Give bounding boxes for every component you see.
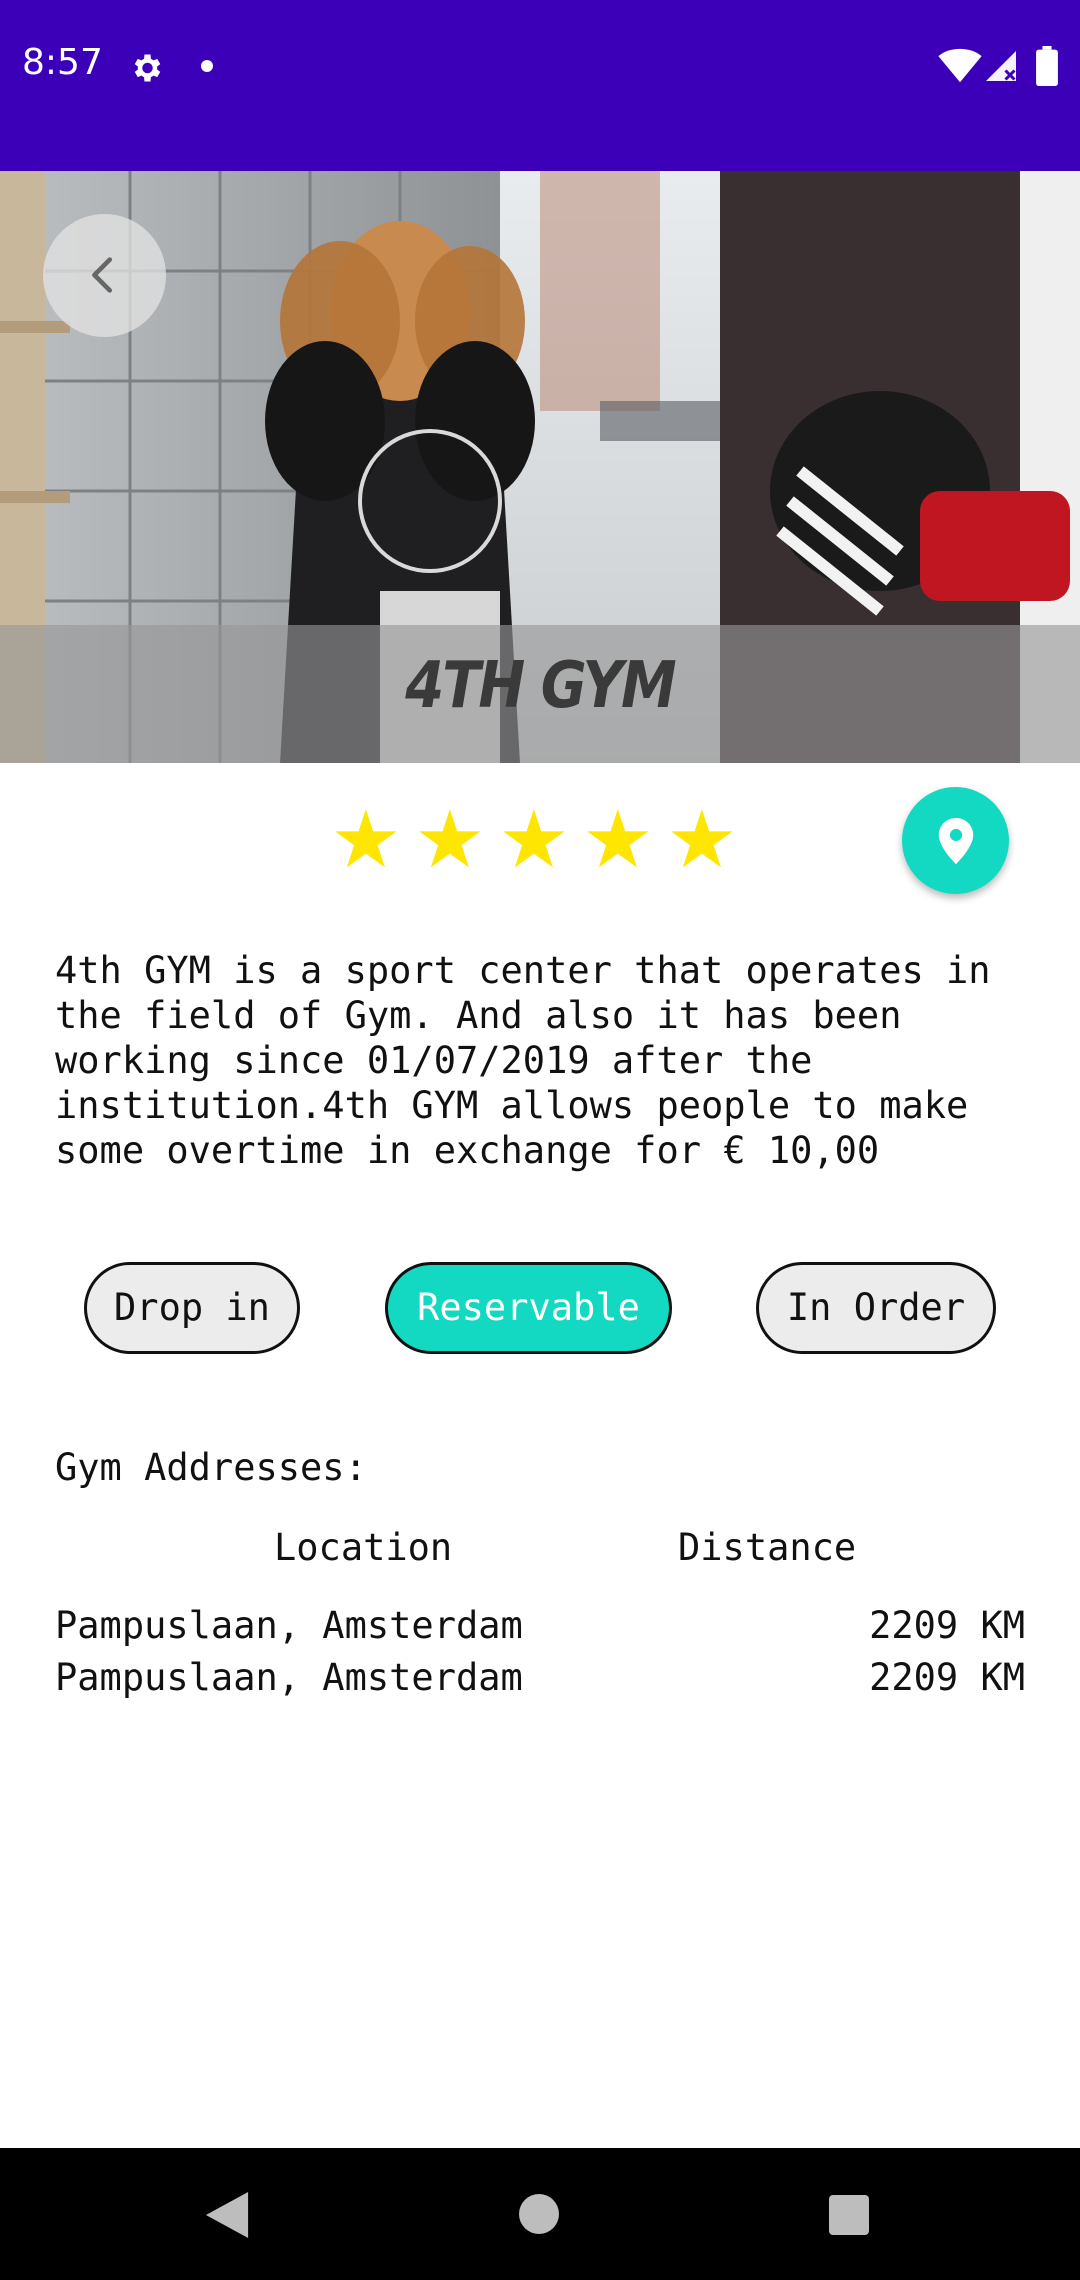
chip-drop-in[interactable]: Drop in — [84, 1262, 300, 1354]
cell-signal-icon — [986, 51, 1016, 81]
location-column-header: Location — [274, 1526, 453, 1569]
gym-description: 4th GYM is a sport center that operates … — [55, 949, 991, 1172]
star-icon: ★ — [582, 793, 654, 886]
nav-recents-icon[interactable] — [829, 2195, 869, 2235]
chip-reservable[interactable]: Reservable — [385, 1262, 672, 1354]
back-button[interactable] — [43, 214, 166, 337]
status-time: 8:57 — [22, 42, 103, 83]
address-distance: 2209 KM — [869, 1604, 1025, 1647]
gym-detail-screen: 8:57 4TH GYM ★ ★ ★ ★ ★ 4th GYM is a spor… — [0, 0, 1080, 2280]
chevron-left-icon — [92, 257, 113, 293]
wifi-icon — [938, 48, 982, 83]
address-row[interactable]: Pampuslaan, Amsterdam 2209 KM — [55, 1656, 1025, 1708]
system-navigation-bar — [0, 2148, 1080, 2280]
address-row[interactable]: Pampuslaan, Amsterdam 2209 KM — [55, 1604, 1025, 1656]
gym-title: 4TH GYM — [405, 648, 677, 723]
star-icon: ★ — [330, 793, 402, 886]
star-icon: ★ — [666, 793, 738, 886]
star-icon: ★ — [498, 793, 570, 886]
star-rating: ★ ★ ★ ★ ★ — [330, 800, 750, 880]
star-icon: ★ — [414, 793, 486, 886]
location-pin-icon — [938, 818, 974, 864]
nav-back-icon[interactable] — [205, 2192, 249, 2238]
battery-icon — [1036, 46, 1058, 86]
map-location-button[interactable] — [902, 787, 1009, 894]
address-location: Pampuslaan, Amsterdam — [55, 1604, 523, 1647]
nav-home-icon[interactable] — [519, 2194, 559, 2234]
chip-in-order[interactable]: In Order — [756, 1262, 996, 1354]
addresses-heading: Gym Addresses: — [55, 1446, 367, 1489]
distance-column-header: Distance — [678, 1526, 857, 1569]
status-bar: 8:57 — [0, 0, 1080, 171]
address-location: Pampuslaan, Amsterdam — [55, 1656, 523, 1699]
settings-gear-icon — [134, 54, 161, 82]
address-distance: 2209 KM — [869, 1656, 1025, 1699]
notification-dot-icon — [201, 60, 213, 72]
